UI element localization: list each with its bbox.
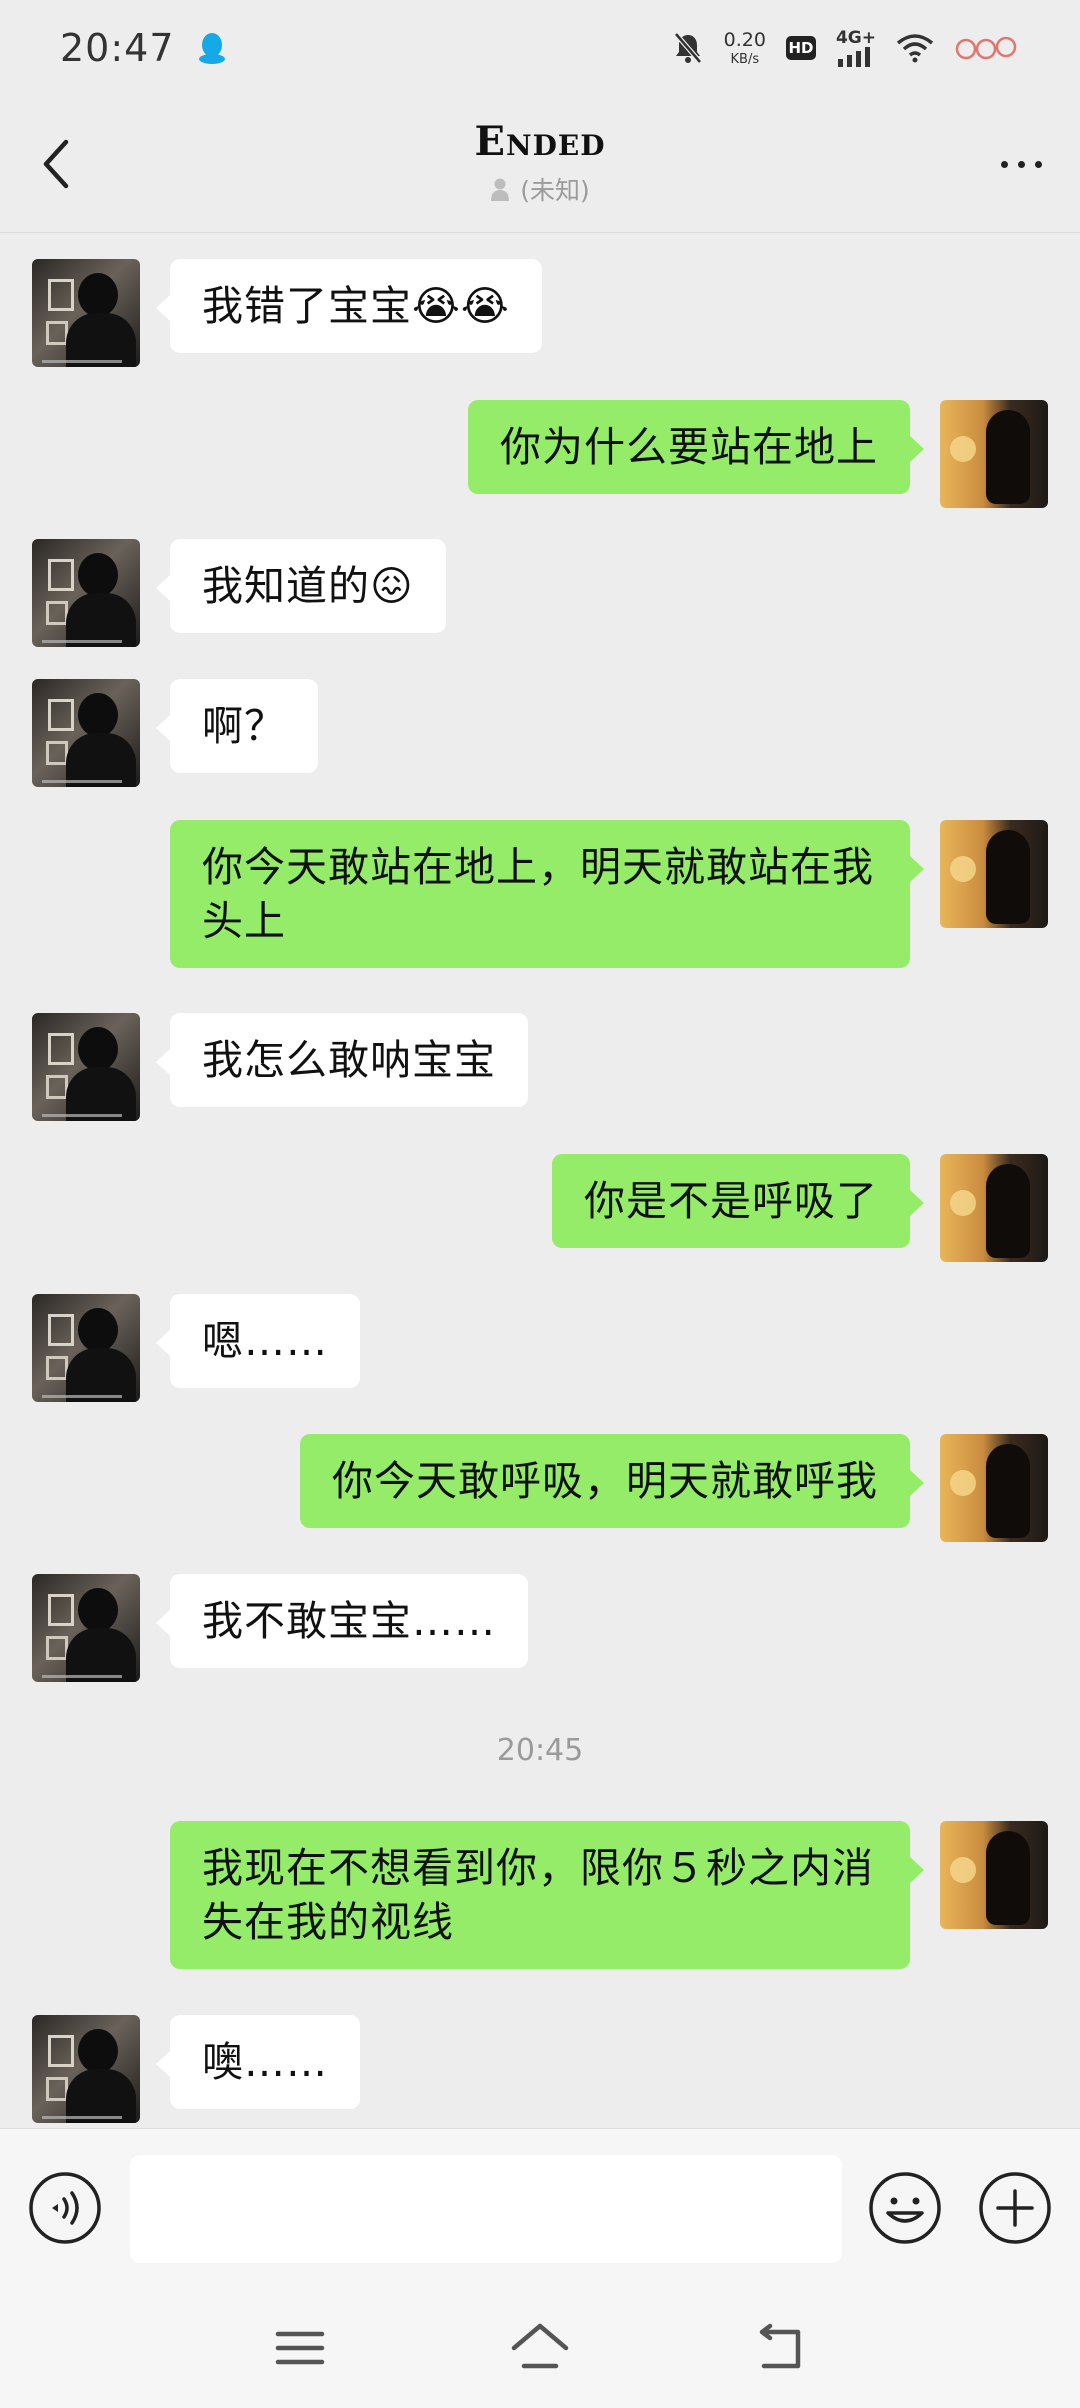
- contact-avatar[interactable]: [32, 539, 140, 647]
- input-bar: [0, 2128, 1080, 2289]
- wifi-icon: [896, 34, 934, 63]
- mute-icon: [673, 32, 702, 64]
- more-options-button[interactable]: [994, 150, 1048, 178]
- contact-avatar[interactable]: [32, 1294, 140, 1402]
- net-speed: 0.20 KB/s: [723, 28, 766, 67]
- message-bubble-outgoing[interactable]: 你今天敢呼吸，明天就敢呼我: [300, 1434, 924, 1528]
- person-icon: [491, 178, 510, 201]
- more-icon: [1000, 160, 1008, 168]
- status-bar: 20:47 0.20 KB/s HD 4G+: [0, 0, 1080, 96]
- voice-input-button[interactable]: [28, 2171, 102, 2245]
- message-bubble-incoming[interactable]: 我错了宝宝😭😭: [156, 259, 542, 353]
- qq-icon: [198, 33, 225, 64]
- my-avatar[interactable]: [940, 1821, 1048, 1929]
- sticker-icon: [955, 36, 1017, 60]
- message-input[interactable]: [130, 2155, 842, 2263]
- status-time: 20:47: [60, 26, 175, 70]
- message-bubble-incoming[interactable]: 嗯……: [156, 1294, 360, 1388]
- emoji-button[interactable]: [868, 2171, 942, 2245]
- message-bubble-outgoing[interactable]: 你今天敢站在地上，明天就敢站在我头上: [170, 820, 924, 968]
- contact-avatar[interactable]: [32, 2015, 140, 2123]
- my-avatar[interactable]: [940, 1434, 1048, 1542]
- more-functions-button[interactable]: [978, 2171, 1052, 2245]
- message-bubble-incoming[interactable]: 我怎么敢呐宝宝: [156, 1013, 528, 1107]
- my-avatar[interactable]: [940, 820, 1048, 928]
- message-bubble-outgoing[interactable]: 我现在不想看到你，限你５秒之内消失在我的视线: [170, 1821, 924, 1969]
- message-bubble-outgoing[interactable]: 你是不是呼吸了: [552, 1154, 924, 1248]
- back-nav-icon[interactable]: [750, 2318, 810, 2378]
- chat-header: Ended (未知): [0, 96, 1080, 233]
- message-bubble-incoming[interactable]: 噢……: [156, 2015, 360, 2109]
- message-bubble-incoming[interactable]: 啊？: [156, 679, 318, 773]
- message-bubble-incoming[interactable]: 我知道的😖: [156, 539, 446, 633]
- chat-title[interactable]: Ended: [0, 118, 1080, 165]
- contact-avatar[interactable]: [32, 1574, 140, 1682]
- chat-subtitle: (未知): [0, 171, 1080, 207]
- home-icon[interactable]: [510, 2318, 570, 2378]
- hd-icon: HD: [785, 36, 816, 60]
- contact-avatar[interactable]: [32, 679, 140, 787]
- contact-avatar[interactable]: [32, 1013, 140, 1121]
- contact-avatar[interactable]: [32, 259, 140, 367]
- timestamp-divider: 20:45: [496, 1733, 584, 1768]
- chat-status: (未知): [520, 176, 590, 205]
- my-avatar[interactable]: [940, 1154, 1048, 1262]
- message-bubble-incoming[interactable]: 我不敢宝宝……: [156, 1574, 528, 1668]
- system-navigation-bar: [0, 2288, 1080, 2408]
- menu-icon[interactable]: [270, 2318, 330, 2378]
- signal-icon: 4G+: [836, 29, 876, 67]
- message-bubble-outgoing[interactable]: 你为什么要站在地上: [468, 400, 924, 494]
- my-avatar[interactable]: [940, 400, 1048, 508]
